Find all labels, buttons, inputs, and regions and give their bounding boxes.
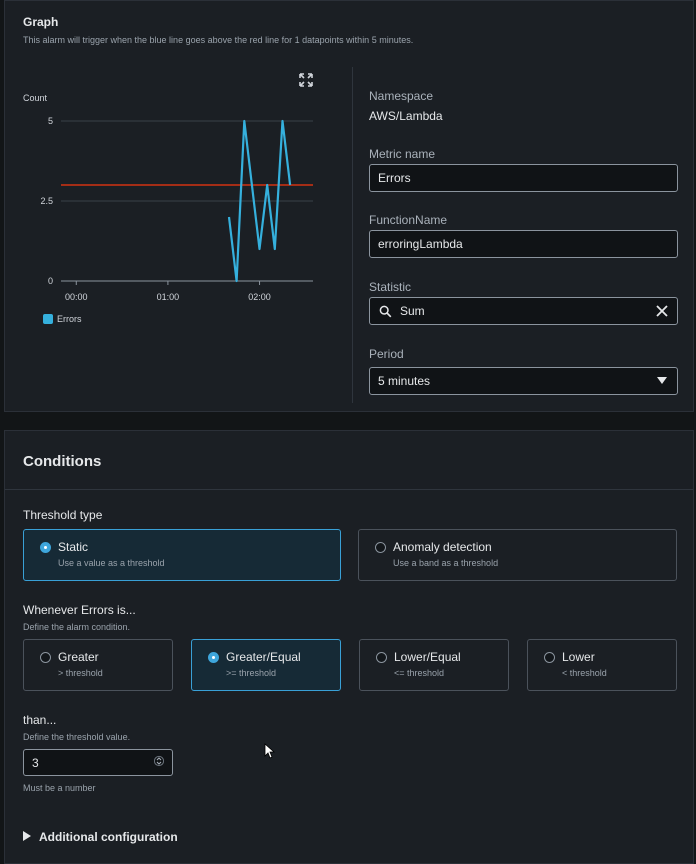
namespace-value: AWS/Lambda <box>369 109 443 123</box>
operator-greater-equal[interactable]: Greater/Equal >= threshold <box>191 639 341 691</box>
search-icon <box>378 304 392 318</box>
y-tick-2: 5 <box>48 116 53 126</box>
period-value: 5 minutes <box>378 374 431 388</box>
graph-title: Graph <box>23 15 59 29</box>
x-tick-0: 00:00 <box>65 292 88 302</box>
than-label: than... <box>23 713 57 727</box>
chart-grid <box>61 120 313 285</box>
statistic-value: Sum <box>400 304 425 318</box>
period-select[interactable]: 5 minutes <box>369 367 678 395</box>
metric-name-value: Errors <box>378 171 411 185</box>
metric-name-label: Metric name <box>369 147 436 161</box>
caret-down-icon <box>655 374 669 388</box>
radio-lower-equal[interactable] <box>376 652 387 663</box>
lower-desc: < threshold <box>562 668 607 678</box>
y-tick-0: 0 <box>48 276 53 286</box>
legend-swatch-errors <box>43 314 53 324</box>
threshold-value: 3 <box>32 755 39 770</box>
conditions-panel: Conditions Threshold type Static Use a v… <box>4 430 694 864</box>
legend-label-errors: Errors <box>57 314 82 324</box>
statistic-label: Statistic <box>369 280 412 294</box>
whenever-label: Whenever Errors is... <box>23 603 136 617</box>
radio-static[interactable] <box>40 542 51 553</box>
threshold-type-label: Threshold type <box>23 508 103 522</box>
errors-chart: Count 02.55 00:00 01:00 02:00 Errors <box>23 93 313 324</box>
y-tick-labels: 02.55 <box>40 116 53 286</box>
anomaly-desc: Use a band as a threshold <box>393 558 499 568</box>
radio-anomaly[interactable] <box>375 542 386 553</box>
function-name-value: erroringLambda <box>378 237 463 251</box>
mouse-cursor-icon <box>264 743 276 759</box>
static-desc: Use a value as a threshold <box>58 558 165 568</box>
greater-desc: > threshold <box>58 668 103 678</box>
operator-lower[interactable]: Lower < threshold <box>527 639 677 691</box>
radio-greater-equal[interactable] <box>208 652 219 663</box>
caret-right-icon <box>23 830 31 844</box>
y-axis-label: Count <box>23 93 48 103</box>
greater-equal-title: Greater/Equal <box>226 650 301 664</box>
anomaly-title: Anomaly detection <box>393 540 492 554</box>
lower-equal-title: Lower/Equal <box>394 650 461 664</box>
graph-panel: Graph This alarm will trigger when the b… <box>4 0 694 412</box>
namespace-label: Namespace <box>369 89 434 103</box>
greater-title: Greater <box>58 650 99 664</box>
stepper-icon[interactable] <box>153 754 165 771</box>
metric-name-field[interactable]: Errors <box>369 164 678 192</box>
graph-subtitle: This alarm will trigger when the blue li… <box>23 35 414 45</box>
radio-lower[interactable] <box>544 652 555 663</box>
chart-legend[interactable]: Errors <box>43 314 82 324</box>
function-name-field[interactable]: erroringLambda <box>369 230 678 258</box>
radio-greater[interactable] <box>40 652 51 663</box>
panel-divider <box>352 67 353 403</box>
conditions-title: Conditions <box>23 453 102 470</box>
lower-title: Lower <box>562 650 595 664</box>
additional-configuration-toggle[interactable]: Additional configuration <box>23 830 178 844</box>
lower-equal-desc: <= threshold <box>394 668 445 678</box>
than-desc: Define the threshold value. <box>23 732 131 742</box>
y-tick-1: 2.5 <box>40 196 53 206</box>
threshold-type-static[interactable]: Static Use a value as a threshold <box>23 529 341 581</box>
threshold-value-input[interactable]: 3 <box>23 749 173 776</box>
static-title: Static <box>58 540 89 554</box>
additional-configuration-label: Additional configuration <box>39 830 178 844</box>
x-tick-labels: 00:00 01:00 02:00 <box>65 292 271 302</box>
operator-greater[interactable]: Greater > threshold <box>23 639 173 691</box>
x-tick-2: 02:00 <box>248 292 271 302</box>
threshold-type-anomaly[interactable]: Anomaly detection Use a band as a thresh… <box>358 529 677 581</box>
operator-lower-equal[interactable]: Lower/Equal <= threshold <box>359 639 509 691</box>
threshold-hint: Must be a number <box>23 783 96 793</box>
clear-icon[interactable] <box>655 304 669 318</box>
whenever-desc: Define the alarm condition. <box>23 622 131 632</box>
function-name-label: FunctionName <box>369 213 448 227</box>
statistic-field[interactable]: Sum <box>369 297 678 325</box>
period-label: Period <box>369 347 404 361</box>
conditions-divider <box>5 489 693 490</box>
x-tick-1: 01:00 <box>157 292 180 302</box>
greater-equal-desc: >= threshold <box>226 668 277 678</box>
